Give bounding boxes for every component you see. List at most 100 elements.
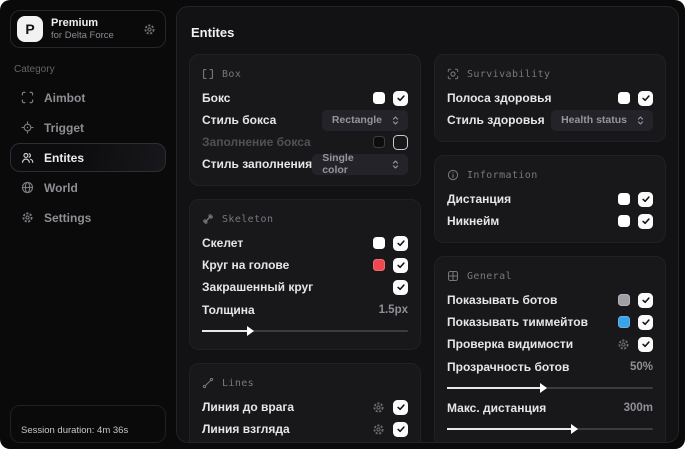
slider-thumb[interactable] [247, 326, 255, 336]
checkbox[interactable] [393, 421, 408, 437]
color-swatch[interactable] [618, 193, 630, 205]
row-label: Дистанция [447, 192, 512, 206]
card-general: General Показывать ботов Показывать тиммей… [434, 256, 666, 442]
card-header: Skeleton [202, 208, 408, 230]
main-panel: Entites Box Бокс Стиль бокса Rectangle Запол… [176, 6, 679, 443]
row-controls [372, 399, 408, 415]
entities-icon [21, 151, 34, 164]
row-label: Бокс [202, 91, 231, 105]
settings-row: Закрашенный круг [202, 276, 408, 298]
row-label: Стиль здоровья [447, 113, 545, 127]
checkbox[interactable] [638, 191, 653, 207]
slider-value: 300m [623, 402, 653, 414]
brand-card: P Premium for Delta Force [10, 10, 166, 48]
checkbox[interactable] [393, 399, 408, 415]
checkbox[interactable] [393, 235, 408, 251]
row-label: Прозрачность ботов [447, 360, 570, 374]
sidebar-item-entites[interactable]: Entites [10, 143, 166, 172]
color-swatch[interactable] [618, 92, 630, 104]
select-value: Health status [561, 114, 627, 126]
column-left: Box Бокс Стиль бокса Rectangle Заполнение бо… [189, 54, 421, 442]
settings-row: Прозрачность ботов 50% [447, 356, 653, 378]
card-title: Lines [222, 377, 255, 389]
brand-subtitle: for Delta Force [51, 29, 114, 41]
lines-icon [202, 377, 214, 389]
color-swatch[interactable] [373, 92, 385, 104]
sidebar-item-label: Settings [44, 210, 92, 225]
checkbox[interactable] [638, 90, 653, 106]
general-icon [447, 270, 459, 282]
select-dropdown[interactable]: Rectangle [321, 109, 408, 131]
sidebar-item-world[interactable]: World [10, 173, 166, 202]
slider-fill [447, 428, 573, 430]
row-controls [618, 191, 653, 207]
sidebar-item-aimbot[interactable]: Aimbot [10, 83, 166, 112]
card-title: Box [222, 68, 242, 80]
box-icon [202, 68, 214, 80]
row-controls [373, 134, 408, 150]
gear-icon[interactable] [372, 423, 385, 436]
slider-fill [202, 330, 250, 332]
row-label: Полоса здоровья [447, 91, 552, 105]
checkbox[interactable] [638, 292, 653, 308]
color-swatch[interactable] [373, 259, 385, 271]
updown-icon [635, 115, 646, 126]
checkbox[interactable] [638, 336, 653, 352]
select-dropdown[interactable]: Single color [312, 152, 408, 176]
card-survivability: Survivability Полоса здоровья Стиль здоров… [434, 54, 666, 142]
color-swatch[interactable] [373, 237, 385, 249]
checkbox[interactable] [393, 279, 408, 295]
card-header: Survivability [447, 63, 653, 85]
checkbox[interactable] [393, 257, 408, 273]
card-header: Lines [202, 372, 408, 394]
checkbox[interactable] [393, 90, 408, 106]
app-window: P Premium for Delta Force Category Aimbo… [0, 0, 685, 449]
slider[interactable] [447, 383, 653, 393]
slider-fill [447, 387, 542, 389]
color-swatch[interactable] [373, 136, 385, 148]
color-swatch[interactable] [618, 215, 630, 227]
gear-icon[interactable] [372, 401, 385, 414]
slider[interactable] [447, 424, 653, 434]
card-title: Information [467, 169, 538, 181]
sidebar-item-label: Trigget [44, 120, 85, 135]
skeleton-icon [202, 213, 214, 225]
row-label: Показывать тиммейтов [447, 315, 588, 329]
select-dropdown[interactable]: Health status [551, 109, 653, 131]
slider-group: Прозрачность ботов 50% [447, 355, 653, 396]
checkbox[interactable] [393, 134, 408, 150]
settings-row: Показывать тиммейтов [447, 311, 653, 333]
color-swatch[interactable] [618, 316, 630, 328]
row-controls [372, 421, 408, 437]
gear-icon[interactable] [617, 338, 630, 351]
settings-row: Бокс [202, 87, 408, 109]
settings-row: Заполнение бокса [202, 131, 408, 153]
sidebar-item-settings[interactable]: Settings [10, 203, 166, 232]
settings-row: Макс. дистанция 300m [447, 397, 653, 419]
settings-row: Толщина 1.5px [202, 299, 408, 321]
select-value: Single color [322, 152, 354, 176]
checkbox[interactable] [638, 213, 653, 229]
row-controls [617, 336, 653, 352]
slider-thumb[interactable] [539, 383, 547, 393]
sidebar-item-label: Aimbot [44, 90, 86, 105]
world-icon [21, 181, 34, 194]
session-duration-box: Session duration: 4m 36s [10, 405, 166, 443]
page-title: Entites [191, 25, 235, 40]
sidebar-item-trigget[interactable]: Trigget [10, 113, 166, 142]
color-swatch[interactable] [618, 294, 630, 306]
slider-thumb[interactable] [570, 424, 578, 434]
session-duration-text: Session duration: 4m 36s [21, 425, 129, 436]
card-header: General [447, 265, 653, 287]
sidebar-item-label: World [44, 180, 78, 195]
checkbox[interactable] [638, 314, 653, 330]
settings-row: Полоса здоровья [447, 87, 653, 109]
select-value: Rectangle [331, 114, 382, 126]
card-title: Skeleton [222, 213, 274, 225]
gear-icon[interactable] [143, 23, 156, 36]
slider[interactable] [202, 326, 408, 336]
row-controls [393, 279, 408, 295]
settings-row: Никнейм [447, 210, 653, 232]
row-controls [373, 235, 408, 251]
updown-icon [390, 115, 401, 126]
